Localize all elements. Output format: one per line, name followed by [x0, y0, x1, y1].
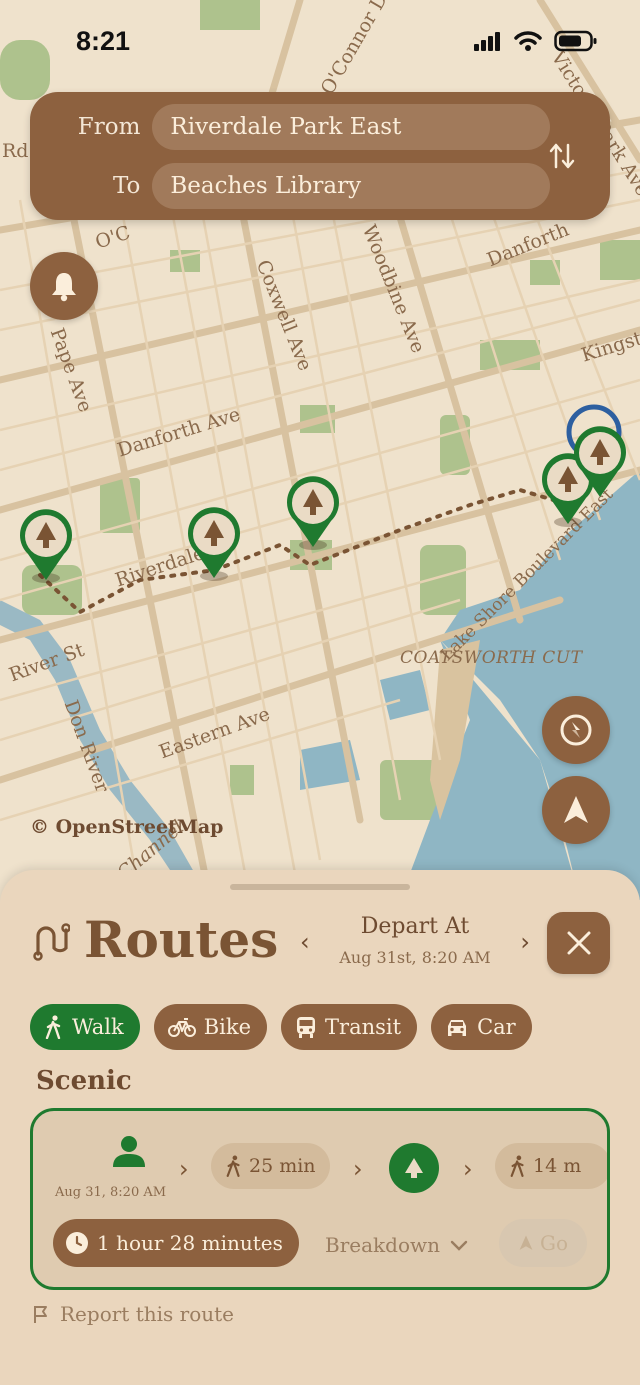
park-marker[interactable] [16, 506, 76, 588]
walk-leg-pill: 14 m [495, 1143, 607, 1189]
map-label: Rd [2, 140, 29, 162]
breakdown-toggle[interactable]: Breakdown [325, 1233, 468, 1257]
walk-icon [510, 1155, 524, 1177]
leg-duration: 25 min [249, 1155, 316, 1177]
bell-icon [52, 273, 76, 302]
to-label: To [112, 173, 141, 199]
notifications-button[interactable] [30, 252, 98, 320]
clock-icon [66, 1232, 88, 1254]
mode-label: Car [477, 1015, 516, 1039]
chevron-right-icon: › [463, 1155, 473, 1183]
park-marker[interactable] [184, 504, 244, 586]
mode-label: Bike [203, 1015, 252, 1039]
route-option-card[interactable]: Aug 31, 8:20 AM › 25 min › › 14 m 1 hour… [30, 1108, 610, 1290]
map-label: COATSWORTH CUT [400, 648, 583, 668]
mode-walk[interactable]: Walk [30, 1004, 140, 1050]
bike-icon [167, 1018, 196, 1037]
status-time: 8:21 [76, 26, 131, 56]
total-duration: 1 hour 28 minutes [97, 1231, 283, 1255]
car-icon [448, 1020, 467, 1036]
swap-arrows-icon [549, 143, 575, 169]
mode-label: Transit [325, 1015, 402, 1039]
cellular-signal-icon [474, 32, 500, 51]
go-label: Go [539, 1231, 569, 1255]
from-row: From Riverdale Park East [30, 104, 550, 150]
route-path-icon [33, 923, 70, 961]
location-arrow-icon [519, 1235, 533, 1250]
walk-leg-pill: 25 min [211, 1143, 330, 1189]
compass-icon [560, 714, 592, 746]
routes-sheet: Routes ‹ Depart At Aug 31st, 8:20 AM › W… [0, 870, 640, 1385]
close-button[interactable] [547, 912, 610, 974]
wifi-icon [514, 31, 542, 51]
from-input[interactable]: Riverdale Park East [152, 104, 550, 150]
go-button[interactable]: Go [499, 1219, 587, 1267]
map-attribution[interactable]: © OpenStreetMap [30, 816, 223, 838]
route-category-label: Scenic [36, 1066, 132, 1096]
flag-icon [34, 1306, 47, 1323]
sheet-grabber[interactable] [230, 884, 410, 890]
swap-locations-button[interactable] [544, 138, 580, 174]
sheet-title: Routes [84, 910, 279, 969]
mode-label: Walk [72, 1015, 124, 1039]
chevron-right-icon: › [353, 1155, 363, 1183]
person-icon [113, 1136, 145, 1167]
close-icon [567, 931, 590, 955]
leg-duration: 14 m [533, 1155, 582, 1177]
report-label: Report this route [60, 1302, 234, 1326]
chevron-down-icon [450, 1240, 468, 1251]
tree-icon [405, 1158, 423, 1178]
report-route-link[interactable]: Report this route [32, 1302, 234, 1326]
park-marker[interactable] [283, 473, 343, 555]
park-marker[interactable] [570, 423, 630, 505]
transport-modes: Walk Bike Transit Car [30, 1004, 532, 1050]
walk-icon [45, 1015, 61, 1039]
breakdown-label: Breakdown [325, 1233, 440, 1257]
depart-at-selector[interactable]: ‹ Depart At Aug 31st, 8:20 AM › [300, 912, 530, 972]
next-time-button[interactable]: › [520, 928, 530, 956]
location-arrow-icon [564, 796, 588, 823]
mode-bike[interactable]: Bike [153, 1004, 268, 1050]
battery-icon [554, 30, 597, 52]
start-timestamp: Aug 31, 8:20 AM [55, 1185, 167, 1200]
locate-me-button[interactable] [542, 776, 610, 844]
walk-icon [226, 1155, 240, 1177]
to-input[interactable]: Beaches Library [152, 163, 550, 209]
route-input-panel: From Riverdale Park East To Beaches Libr… [30, 92, 610, 220]
from-label: From [77, 114, 141, 140]
total-duration-badge: 1 hour 28 minutes [53, 1219, 299, 1267]
depart-title: Depart At [360, 914, 470, 939]
to-row: To Beaches Library [30, 163, 550, 209]
mode-car[interactable]: Car [431, 1004, 532, 1050]
park-stop [389, 1143, 439, 1193]
status-icons [474, 30, 598, 52]
bus-icon [297, 1017, 316, 1038]
compass-button[interactable] [542, 696, 610, 764]
chevron-right-icon: › [179, 1155, 189, 1183]
mode-transit[interactable]: Transit [281, 1004, 418, 1050]
depart-time: Aug 31st, 8:20 AM [339, 948, 491, 967]
